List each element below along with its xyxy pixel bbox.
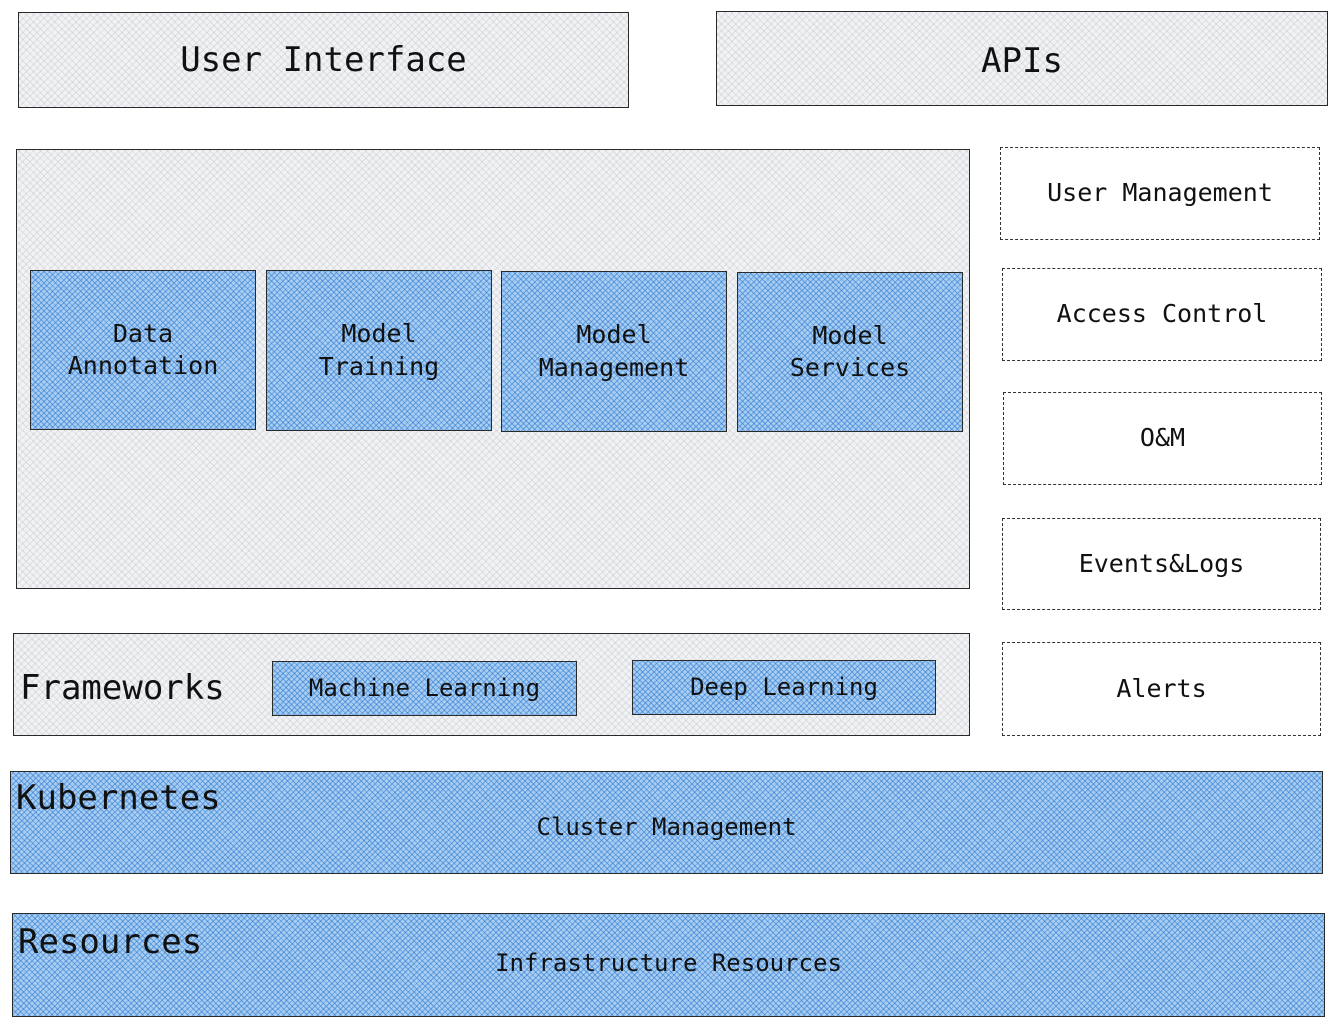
module-label: Model Management [538,320,690,382]
frameworks-title: Frameworks [20,668,225,708]
user-interface-label: User Interface [180,39,467,80]
apis-label: APIs [981,41,1063,82]
side-item-alerts: Alerts [1002,642,1321,736]
side-item-label: Access Control [1056,299,1268,329]
kubernetes-layer: Kubernetes Cluster Management [10,771,1323,874]
side-item-label: User Management [1047,178,1273,208]
framework-label: Deep Learning [690,672,878,701]
module-model-services: Model Services [737,272,963,432]
side-item-label: O&M [1139,423,1186,453]
side-item-user-management: User Management [1000,147,1320,240]
user-interface-box: User Interface [18,12,629,108]
framework-deep-learning: Deep Learning [632,660,936,715]
framework-label: Machine Learning [308,673,541,702]
side-item-label: Events&Logs [1078,548,1245,578]
module-label: Model Training [318,319,440,381]
side-item-om: O&M [1003,392,1322,485]
module-model-management: Model Management [501,271,727,432]
kubernetes-subtitle: Cluster Management [536,813,797,842]
side-item-events-logs: Events&Logs [1002,518,1321,610]
module-model-training: Model Training [266,270,492,431]
resources-subtitle: Infrastructure Resources [495,949,842,978]
framework-machine-learning: Machine Learning [272,661,577,716]
module-label: Model Services [789,320,911,383]
apis-box: APIs [716,11,1328,106]
side-item-label: Alerts [1116,673,1207,703]
resources-layer: Resources Infrastructure Resources [12,913,1325,1017]
module-label: Data Annotation [67,318,219,381]
side-item-access-control: Access Control [1002,268,1322,361]
module-data-annotation: Data Annotation [30,270,256,430]
